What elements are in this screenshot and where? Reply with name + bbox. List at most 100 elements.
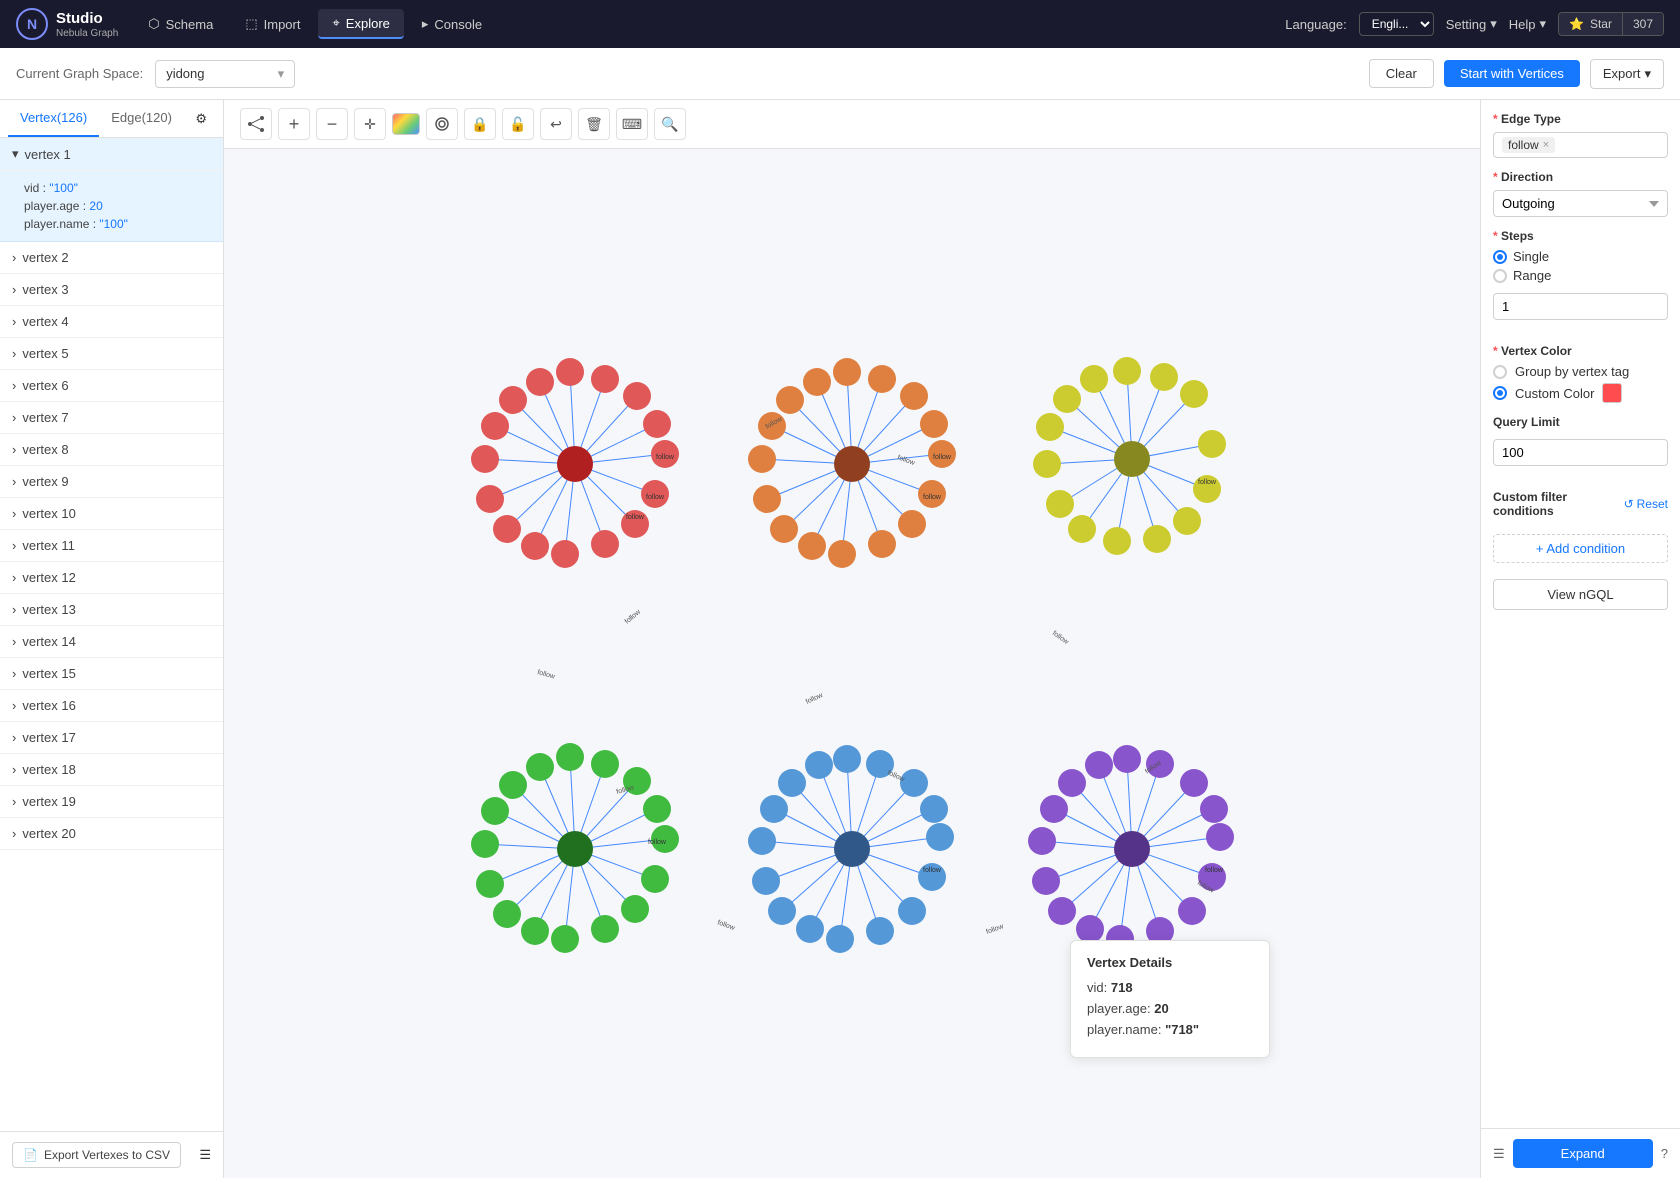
list-item[interactable]: ›vertex 15 — [0, 658, 223, 690]
step-single-radio[interactable] — [1493, 250, 1507, 264]
chevron-right-icon: › — [12, 506, 16, 521]
expand-button[interactable]: Expand — [1513, 1139, 1653, 1168]
svg-text:follow: follow — [805, 691, 825, 705]
graphbar-actions: Clear Start with Vertices Export ▾ — [1369, 59, 1664, 89]
list-item[interactable]: ›vertex 17 — [0, 722, 223, 754]
nav-explore[interactable]: ⌖ Explore — [318, 9, 403, 39]
direction-label: * Direction — [1493, 170, 1668, 184]
zoom-out-icon[interactable]: − — [316, 108, 348, 140]
svg-text:follow: follow — [648, 839, 667, 846]
svg-text:follow: follow — [624, 608, 643, 625]
layout-icon[interactable] — [240, 108, 272, 140]
list-item[interactable]: ›vertex 3 — [0, 274, 223, 306]
graph-header-bar: Current Graph Space: yidong ▾ Clear Star… — [0, 48, 1680, 100]
list-item[interactable]: ›vertex 16 — [0, 690, 223, 722]
tab-vertex[interactable]: Vertex(126) — [8, 100, 99, 137]
delete-icon[interactable]: 🗑 — [578, 108, 610, 140]
list-item[interactable]: ›vertex 11 — [0, 530, 223, 562]
list-item[interactable]: ›vertex 10 — [0, 498, 223, 530]
github-star[interactable]: ⭐ Star 307 — [1558, 12, 1664, 36]
logo-icon: N — [16, 8, 48, 40]
filter-section: Custom filter conditions ↺ Reset + Add c… — [1493, 490, 1668, 563]
custom-color-radio[interactable] — [1493, 386, 1507, 400]
nav-console[interactable]: ▸ Console — [408, 10, 496, 38]
help-menu[interactable]: Help ▾ — [1509, 16, 1546, 32]
group-by-tag-radio[interactable] — [1493, 365, 1507, 379]
graph-space-select[interactable]: yidong ▾ — [155, 60, 295, 88]
step-range-radio[interactable] — [1493, 269, 1507, 283]
unlock-icon[interactable]: 🔓 — [502, 108, 534, 140]
chevron-right-icon: › — [12, 698, 16, 713]
clear-button[interactable]: Clear — [1369, 59, 1434, 88]
lock-icon[interactable]: 🔒 — [464, 108, 496, 140]
list-item[interactable]: ›vertex 5 — [0, 338, 223, 370]
color-picker[interactable] — [392, 113, 420, 135]
color-swatch[interactable] — [1602, 383, 1622, 403]
star-button[interactable]: ⭐ Star — [1559, 13, 1623, 35]
canvas-area: + − ✛ 🔒 🔓 ↩ 🗑 ⌨ 🔍 — [224, 100, 1480, 1178]
chevron-right-icon: › — [12, 794, 16, 809]
group-by-tag-row: Group by vertex tag — [1493, 364, 1668, 379]
export-csv-button[interactable]: 📄 Export Vertexes to CSV — [12, 1142, 181, 1168]
help-circle-icon[interactable]: ? — [1661, 1146, 1668, 1161]
svg-text:follow: follow — [985, 922, 1005, 935]
popup-age: player.age: 20 — [1087, 1001, 1253, 1016]
list-item[interactable]: ›vertex 18 — [0, 754, 223, 786]
steps-input[interactable] — [1493, 293, 1668, 320]
view-ngql-button[interactable]: View nGQL — [1493, 579, 1668, 610]
chevron-right-icon: › — [12, 634, 16, 649]
filter-label: Custom filter conditions — [1493, 490, 1624, 518]
list-item[interactable]: ▾ vertex 1 — [0, 138, 223, 171]
list-icon[interactable]: ☰ — [199, 1147, 211, 1163]
list-item[interactable]: ›vertex 13 — [0, 594, 223, 626]
vertex-list: ▾ vertex 1 vid : "100" player.age : 20 p… — [0, 138, 223, 1131]
zoom-in-icon[interactable]: + — [278, 108, 310, 140]
right-panel-content: * Edge Type follow × * Direction Outgoin… — [1481, 100, 1680, 1128]
chevron-right-icon: › — [12, 378, 16, 393]
move-icon[interactable]: ✛ — [354, 108, 386, 140]
filter-header: Custom filter conditions ↺ Reset — [1493, 490, 1668, 518]
list-item[interactable]: ›vertex 19 — [0, 786, 223, 818]
svg-text:follow: follow — [626, 514, 645, 521]
list-item[interactable]: ›vertex 12 — [0, 562, 223, 594]
svg-text:follow: follow — [1205, 867, 1224, 874]
search-icon[interactable]: 🔍 — [654, 108, 686, 140]
setting-menu[interactable]: Setting ▾ — [1446, 16, 1497, 32]
language-select[interactable]: Engli... — [1359, 12, 1434, 36]
add-condition-button[interactable]: + Add condition — [1493, 534, 1668, 563]
nav-schema[interactable]: ⬡ Schema — [134, 10, 227, 38]
chevron-right-icon: › — [12, 314, 16, 329]
logo-text: Studio Nebula Graph — [56, 10, 118, 39]
list-item[interactable]: ›vertex 6 — [0, 370, 223, 402]
list-item[interactable]: ›vertex 9 — [0, 466, 223, 498]
chevron-right-icon: › — [12, 602, 16, 617]
query-limit-input[interactable] — [1493, 439, 1668, 466]
remove-tag-button[interactable]: × — [1543, 139, 1549, 151]
list-item[interactable]: ›vertex 20 — [0, 818, 223, 850]
filter-icon[interactable] — [426, 108, 458, 140]
settings-icon[interactable]: ⚙ — [187, 103, 215, 135]
nav-import[interactable]: ⬚ Import — [231, 10, 314, 38]
undo-icon[interactable]: ↩ — [540, 108, 572, 140]
tab-edge[interactable]: Edge(120) — [99, 100, 184, 137]
list-item[interactable]: ›vertex 14 — [0, 626, 223, 658]
list-icon-right[interactable]: ☰ — [1493, 1146, 1505, 1162]
list-item[interactable]: ›vertex 7 — [0, 402, 223, 434]
list-item[interactable]: ›vertex 4 — [0, 306, 223, 338]
popup-name: player.name: "718" — [1087, 1022, 1253, 1037]
start-with-vertices-button[interactable]: Start with Vertices — [1444, 60, 1580, 87]
step-single-row: Single — [1493, 249, 1668, 264]
edge-type-input[interactable]: follow × — [1493, 132, 1668, 158]
chevron-right-icon: › — [12, 538, 16, 553]
list-item[interactable]: ›vertex 2 — [0, 242, 223, 274]
export-button[interactable]: Export ▾ — [1590, 59, 1664, 89]
topnav: N Studio Nebula Graph ⬡ Schema ⬚ Import … — [0, 0, 1680, 48]
filter-reset-button[interactable]: ↺ Reset — [1624, 497, 1668, 511]
keyboard-icon[interactable]: ⌨ — [616, 108, 648, 140]
svg-text:follow: follow — [1051, 629, 1070, 646]
right-footer: ☰ Expand ? — [1481, 1128, 1680, 1178]
chevron-right-icon: › — [12, 826, 16, 841]
list-item[interactable]: ›vertex 8 — [0, 434, 223, 466]
direction-select[interactable]: Outgoing Incoming Bidirect — [1493, 190, 1668, 217]
graph-canvas[interactable]: follow follow follow follow follow — [224, 149, 1480, 1178]
